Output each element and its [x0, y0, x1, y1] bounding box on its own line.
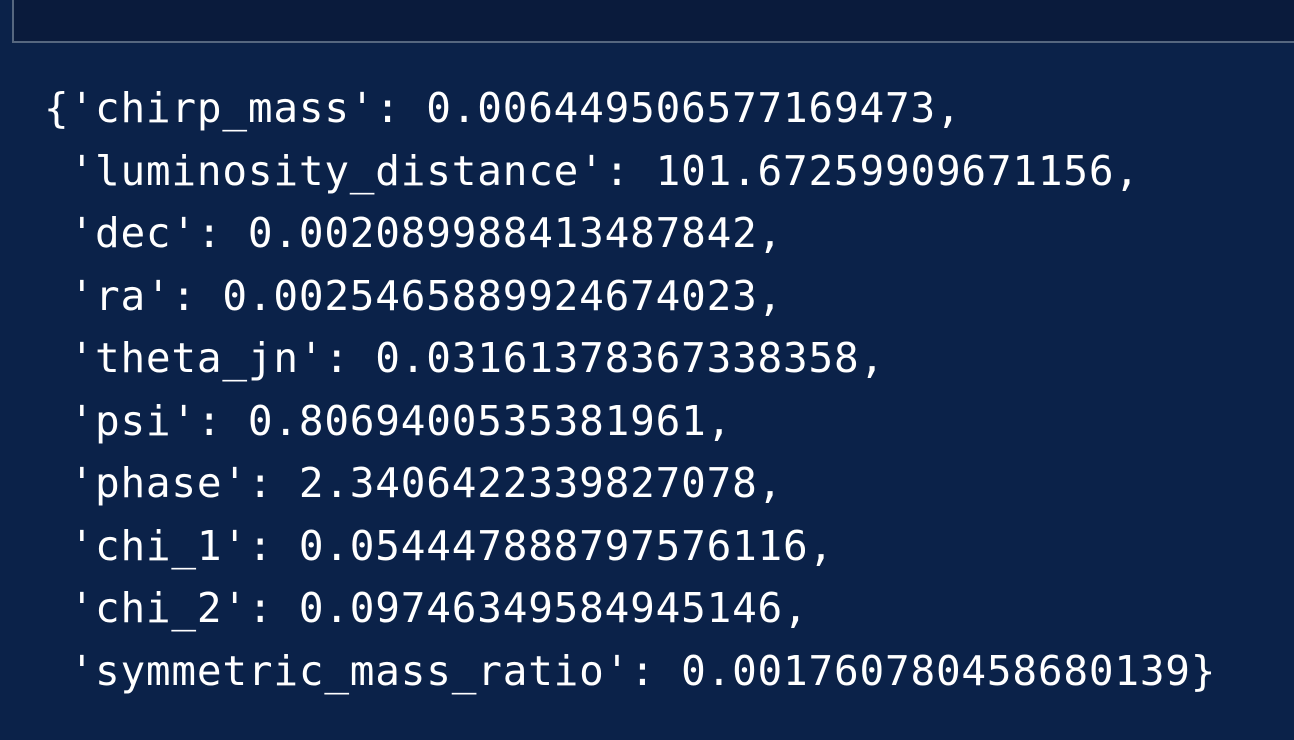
output-line: 'theta_jn': 0.03161378367338358,	[44, 334, 885, 382]
output-line: 'luminosity_distance': 101.6725990967115…	[44, 146, 1140, 195]
output-line: 'chi_1': 0.054447888797576116,	[44, 521, 835, 570]
notebook-output-area: {'chirp_mass': 0.006449506577169473, 'lu…	[0, 0, 1294, 740]
output-line: 'phase': 2.3406422339827078,	[44, 459, 784, 507]
output-line: 'dec': 0.002089988413487842,	[44, 209, 784, 257]
output-line: {'chirp_mass': 0.006449506577169473,	[44, 84, 962, 132]
output-line: 'symmetric_mass_ratio': 0.00176078045868…	[44, 646, 1217, 695]
output-line: 'ra': 0.0025465889924674023,	[44, 271, 784, 320]
previous-cell[interactable]	[12, 0, 1294, 43]
output-line: 'psi': 0.8069400535381961,	[44, 396, 733, 445]
output-line: 'chi_2': 0.09746349584945146,	[44, 584, 809, 632]
dict-output: {'chirp_mass': 0.006449506577169473, 'lu…	[44, 77, 1216, 702]
